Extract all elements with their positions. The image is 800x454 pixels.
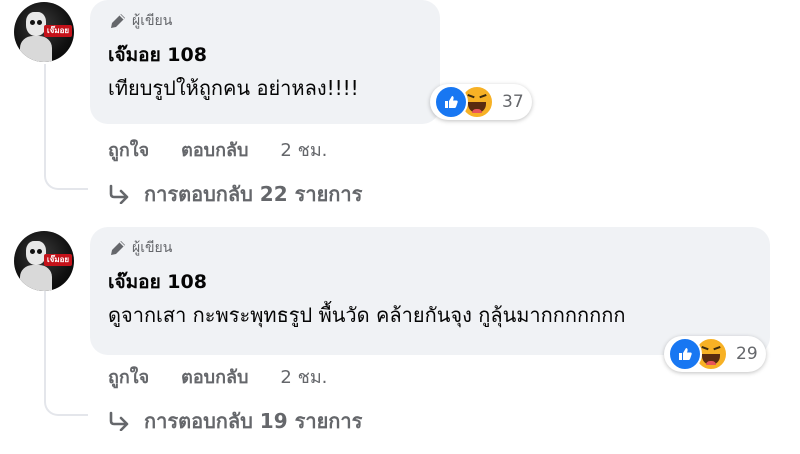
comment-actions: ถูกใจ ตอบกลับ 2 ชม. bbox=[108, 135, 359, 164]
comment-text: ดูจากเสา กะพระพุทธรูป พื้นวัด คล้ายกันจุ… bbox=[108, 303, 626, 327]
reaction-summary[interactable]: 37 bbox=[430, 84, 532, 120]
avatar-face bbox=[26, 241, 46, 265]
comment: เจ๊มอย ผู้เขียน เจ๊มอย 108 เทียบรูปให้ถู… bbox=[0, 0, 800, 227]
reaction-summary[interactable]: 29 bbox=[664, 336, 766, 372]
comment: เจ๊มอย ผู้เขียน เจ๊มอย 108 ดูจากเสา กะพร… bbox=[0, 227, 800, 454]
badge-label: ผู้เขียน bbox=[132, 13, 173, 29]
comment-actions: ถูกใจ ตอบกลับ 2 ชม. bbox=[108, 362, 359, 391]
like-button[interactable]: ถูกใจ bbox=[108, 135, 149, 164]
comment-timestamp[interactable]: 2 ชม. bbox=[280, 135, 327, 164]
avatar-tag: เจ๊มอย bbox=[44, 254, 72, 266]
comment-timestamp[interactable]: 2 ชม. bbox=[280, 362, 327, 391]
comment-author[interactable]: เจ๊มอย 108 bbox=[108, 40, 207, 70]
view-replies-link[interactable]: การตอบกลับ 22 รายการ bbox=[108, 178, 362, 210]
comment-bubble: ผู้เขียน เจ๊มอย 108 ดูจากเสา กะพระพุทธรู… bbox=[90, 227, 770, 355]
author-badge: ผู้เขียน bbox=[108, 237, 172, 259]
like-icon bbox=[434, 85, 468, 119]
reaction-count: 37 bbox=[502, 92, 524, 112]
comment-bubble: ผู้เขียน เจ๊มอย 108 เทียบรูปให้ถูกคน อย่… bbox=[90, 0, 440, 124]
reply-button[interactable]: ตอบกลับ bbox=[181, 135, 248, 164]
reaction-count: 29 bbox=[736, 344, 758, 364]
reply-button[interactable]: ตอบกลับ bbox=[181, 362, 248, 391]
pen-icon bbox=[111, 241, 125, 255]
comment-author[interactable]: เจ๊มอย 108 bbox=[108, 267, 207, 297]
replies-label: การตอบกลับ 22 รายการ bbox=[144, 182, 363, 206]
author-badge: ผู้เขียน bbox=[108, 10, 172, 32]
avatar-tag: เจ๊มอย bbox=[44, 25, 72, 37]
profile-avatar-icon[interactable]: เจ๊มอย bbox=[14, 231, 74, 291]
avatar-face bbox=[26, 12, 46, 36]
reply-arrow-icon bbox=[109, 184, 129, 204]
avatar-body bbox=[20, 265, 52, 291]
view-replies-link[interactable]: การตอบกลับ 19 รายการ bbox=[108, 405, 362, 437]
like-button[interactable]: ถูกใจ bbox=[108, 362, 149, 391]
reply-arrow-icon bbox=[109, 411, 129, 431]
avatar-body bbox=[20, 36, 52, 62]
replies-label: การตอบกลับ 19 รายการ bbox=[144, 409, 363, 433]
like-icon bbox=[668, 337, 702, 371]
pen-icon bbox=[111, 14, 125, 28]
profile-avatar-icon[interactable]: เจ๊มอย bbox=[14, 2, 74, 62]
badge-label: ผู้เขียน bbox=[132, 240, 173, 256]
comment-text: เทียบรูปให้ถูกคน อย่าหลง!!!! bbox=[108, 76, 359, 100]
